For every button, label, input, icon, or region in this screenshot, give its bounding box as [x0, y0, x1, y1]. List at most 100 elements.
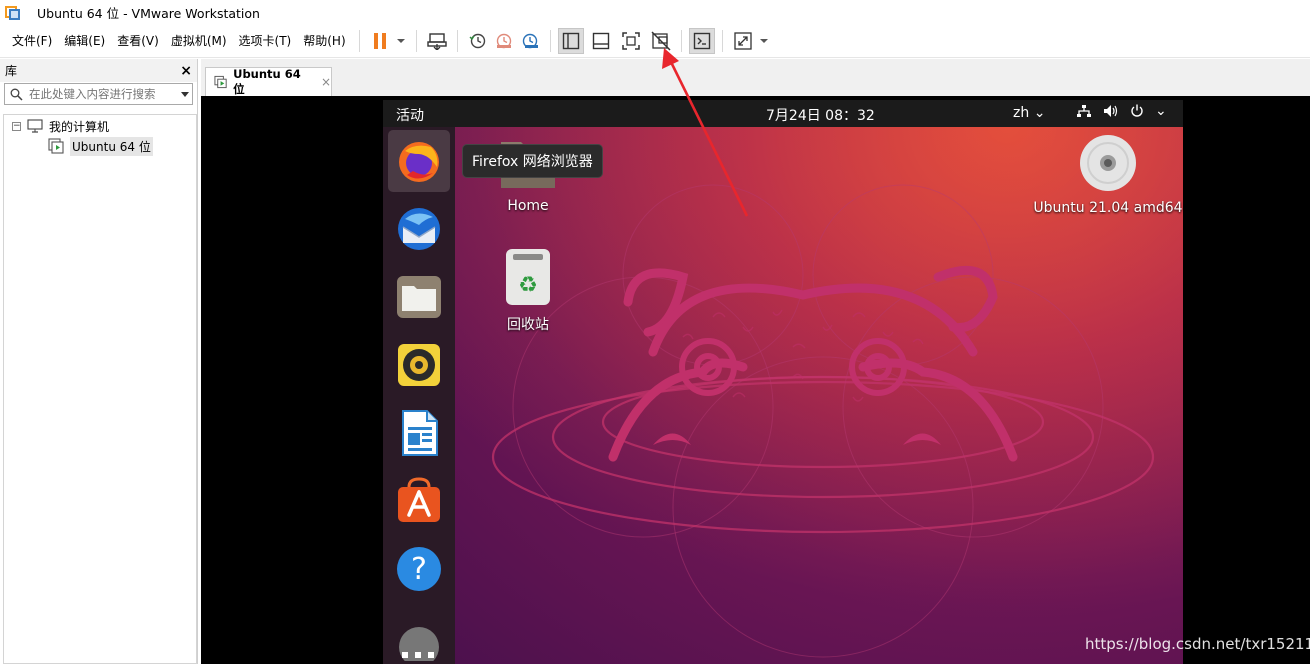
svg-text:?: ? — [411, 552, 427, 587]
toolbar-separator — [456, 30, 458, 52]
library-close-button[interactable]: × — [180, 63, 192, 79]
library-search-box[interactable] — [4, 83, 193, 105]
dvd-icon — [1080, 135, 1136, 191]
watermark: https://blog.csdn.net/txr152111 — [1085, 635, 1310, 653]
thunderbird-icon — [398, 208, 440, 250]
dock-tooltip: Firefox 网络浏览器 — [462, 144, 603, 178]
pause-button[interactable] — [367, 28, 393, 54]
chevron-down-icon: ⌄ — [1033, 105, 1046, 121]
dock-firefox[interactable] — [388, 130, 450, 192]
home-icon — [214, 75, 227, 89]
thumbnail-bar-button[interactable] — [588, 28, 614, 54]
ubuntu-software-icon — [398, 477, 440, 522]
power-icon — [1131, 104, 1143, 117]
snapshot-manager-button[interactable] — [517, 28, 543, 54]
take-snapshot-button[interactable] — [465, 28, 491, 54]
libreoffice-writer-icon — [402, 410, 438, 456]
search-icon — [10, 88, 23, 101]
vm-screen[interactable]: 活动 7月24日 08：32 zh ⌄ ⌄ ? Home ♻ 回收站 Ubunt… — [201, 96, 1310, 664]
snapshot-manager-icon — [522, 33, 538, 49]
stretch-guest-button[interactable] — [730, 28, 756, 54]
send-ctrl-alt-del-icon — [426, 33, 447, 50]
toolbar-separator — [549, 30, 551, 52]
library-panel: 库 × − 我的计算机 Ubuntu 64 位 — [0, 59, 198, 664]
title-bar: Ubuntu 64 位 - VMware Workstation — [0, 0, 1310, 25]
clock[interactable]: 7月24日 08：32 — [766, 105, 875, 125]
tree-item-vm[interactable]: Ubuntu 64 位 — [4, 136, 196, 156]
tab-label: Ubuntu 64 位 — [233, 67, 301, 96]
menu-vm[interactable]: 虚拟机(M) — [165, 29, 233, 53]
activities-button[interactable]: 活动 — [396, 105, 424, 125]
desktop-icon-label: Home — [507, 198, 549, 214]
svg-text:♻: ♻ — [518, 273, 538, 298]
ubuntu-dock: ? — [383, 127, 455, 664]
pause-icon — [373, 33, 386, 49]
menu-view[interactable]: 查看(V) — [111, 29, 165, 53]
dock-help[interactable]: ? — [388, 538, 450, 600]
files-icon — [397, 276, 441, 318]
menu-tabs[interactable]: 选项卡(T) — [233, 29, 298, 53]
library-search-input[interactable] — [29, 87, 177, 101]
desktop-icon-trash[interactable]: ♻ 回收站 — [488, 248, 568, 334]
vm-area: Ubuntu 64 位 × 活动 7月24日 08：32 zh ⌄ ⌄ ? Ho… — [201, 59, 1310, 664]
dock-rhythmbox[interactable] — [388, 334, 450, 396]
revert-snapshot-button[interactable] — [491, 28, 517, 54]
dock-ubuntu-software[interactable] — [388, 470, 450, 532]
pause-dropdown-caret[interactable] — [396, 39, 405, 43]
full-screen-icon — [621, 32, 640, 50]
tab-ubuntu[interactable]: Ubuntu 64 位 × — [205, 67, 332, 96]
firefox-icon — [399, 142, 439, 182]
menu-toolbar: 文件(F) 编辑(E) 查看(V) 虚拟机(M) 选项卡(T) 帮助(H) — [0, 25, 1310, 58]
system-menu[interactable]: ⌄ — [1076, 103, 1167, 119]
gnome-top-bar: 活动 7月24日 08：32 zh ⌄ ⌄ — [383, 100, 1183, 127]
unity-button[interactable] — [648, 28, 674, 54]
ubuntu-desktop[interactable]: 活动 7月24日 08：32 zh ⌄ ⌄ ? Home ♻ 回收站 Ubunt… — [383, 100, 1183, 664]
console-view-icon — [693, 32, 710, 50]
menu-file[interactable]: 文件(F) — [6, 29, 58, 53]
library-header: 库 × — [0, 59, 197, 82]
rhythmbox-icon — [398, 344, 440, 386]
desktop-icon-dvd[interactable]: Ubuntu 21.04 amd64 — [1033, 134, 1183, 216]
chevron-down-icon: ⌄ — [1155, 103, 1167, 119]
trash-icon: ♻ — [506, 249, 550, 305]
vm-icon — [48, 138, 64, 154]
thumbnail-bar-icon — [592, 32, 609, 50]
desktop-icon-label: Ubuntu 21.04 amd64 — [1033, 200, 1183, 216]
console-view-button[interactable] — [688, 28, 715, 54]
full-screen-button[interactable] — [618, 28, 644, 54]
help-icon: ? — [397, 547, 441, 591]
network-icon — [1077, 105, 1091, 117]
toolbar-separator — [415, 30, 417, 52]
tree-item-label: 我的计算机 — [49, 119, 110, 134]
tab-strip: Ubuntu 64 位 × — [201, 59, 1310, 96]
dock-libreoffice-writer[interactable] — [388, 402, 450, 464]
tree-expander[interactable]: − — [12, 121, 21, 131]
vmware-logo-icon — [5, 5, 21, 21]
show-library-button[interactable] — [557, 28, 584, 54]
library-title: 库 — [5, 64, 18, 78]
toolbar-separator — [358, 30, 360, 52]
show-applications-icon — [402, 652, 434, 658]
send-ctrl-alt-del-button[interactable] — [424, 28, 450, 54]
toolbar-separator — [721, 30, 723, 52]
tree-item-my-computer[interactable]: − 我的计算机 — [4, 116, 196, 136]
toolbar-separator — [680, 30, 682, 52]
desktop-icon-label: 回收站 — [507, 317, 549, 333]
volume-icon — [1104, 105, 1118, 117]
show-library-icon — [562, 32, 579, 50]
dock-thunderbird[interactable] — [388, 198, 450, 260]
computer-icon — [27, 119, 43, 133]
unity-icon — [651, 31, 671, 51]
dock-files[interactable] — [388, 266, 450, 328]
input-language-indicator[interactable]: zh ⌄ — [1013, 105, 1045, 121]
tree-item-label: Ubuntu 64 位 — [70, 136, 153, 156]
search-dropdown-caret[interactable] — [181, 91, 189, 97]
menu-help[interactable]: 帮助(H) — [297, 29, 351, 53]
tab-close-button[interactable]: × — [321, 75, 331, 89]
library-tree: − 我的计算机 Ubuntu 64 位 — [3, 114, 197, 664]
stretch-dropdown-caret[interactable] — [759, 39, 768, 43]
stretch-guest-icon — [733, 32, 752, 50]
snapshot-icon — [469, 33, 485, 49]
show-applications-button[interactable] — [402, 650, 436, 664]
menu-edit[interactable]: 编辑(E) — [58, 29, 111, 53]
